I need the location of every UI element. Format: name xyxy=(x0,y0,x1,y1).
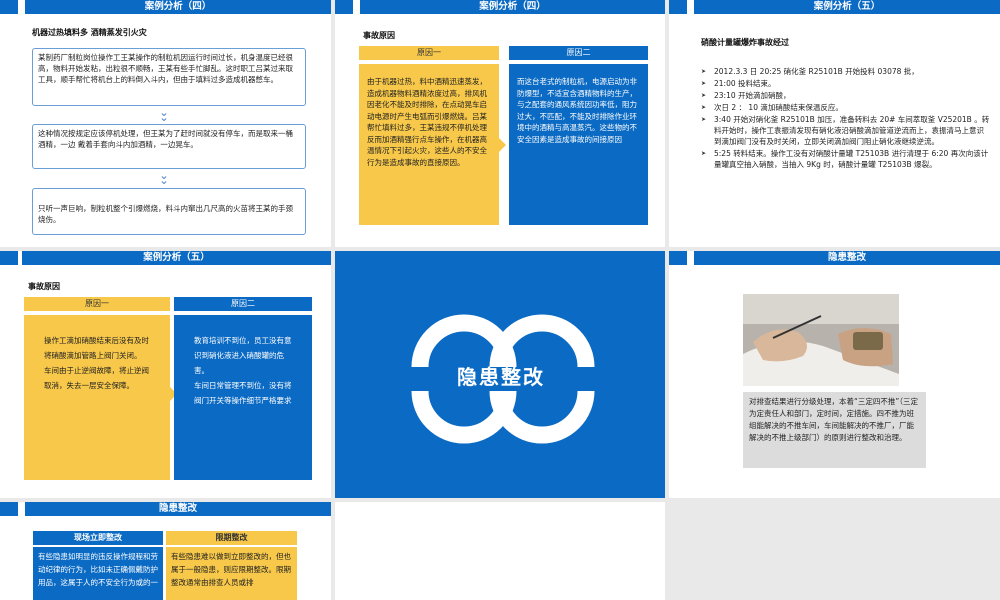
list-item: 23:10 开始滴加硝酸， xyxy=(701,90,990,101)
writing-hand-photo xyxy=(743,294,899,386)
header-marker xyxy=(0,502,18,516)
list-item: 21:00 投料结束。 xyxy=(701,78,990,89)
slide-header: 案例分析（四） xyxy=(335,0,665,14)
rectification-principle-text: 对排查结果进行分级处理，本着“三定四不推”（三定为定责任人和部门，定时间，定措施… xyxy=(743,392,926,468)
list-item: 次日 2 ： 10 滴加硝酸结束保温反应。 xyxy=(701,102,990,113)
slide-header: 案例分析（四） xyxy=(0,0,331,14)
slide-case-analysis-5-a[interactable]: 案例分析（五） 硝酸计量罐爆炸事故经过 2012.3.3 日 20:25 硝化釜… xyxy=(669,0,1000,247)
story-box-1: 某制药厂制粒岗位操作工王某操作的制粒机因运行时间过长，机身温度已经很高，物料开始… xyxy=(32,48,306,106)
section-title: 事故原因 xyxy=(363,31,395,40)
slide-section-divider[interactable]: 隐患整改 xyxy=(335,251,665,498)
list-item: 3:40 开始对硝化釜 R25101B 加压，准备转料去 20# 车间萃取釜 V… xyxy=(701,114,990,147)
header-marker xyxy=(335,0,353,14)
section-title: 硝酸计量罐爆炸事故经过 xyxy=(701,38,789,47)
slide-hazard-rectification-a[interactable]: 隐患整改 对排查结果进行分级处理，本着“三定四不推”（三定为定责任人和部门，定时… xyxy=(669,251,1000,498)
header-title: 案例分析（四） xyxy=(360,0,665,14)
case-title: 机器过热填料多 酒精蒸发引火灾 xyxy=(32,28,147,37)
header-marker xyxy=(669,0,687,14)
slide-header: 案例分析（五） xyxy=(0,251,331,265)
slide-grid: 案例分析（四） 机器过热填料多 酒精蒸发引火灾 某制药厂制粒岗位操作工王某操作的… xyxy=(0,0,1000,600)
chevron-down-icon: ⌄ ⌄ xyxy=(159,169,169,187)
immediate-fix-header: 现场立即整改 xyxy=(33,531,163,545)
deadline-fix-text: 有些隐患难以做到立即整改的，但也属于一般隐患，则应限期整改。限期整改通常由排查人… xyxy=(166,547,297,600)
slide-header: 隐患整改 xyxy=(0,502,331,516)
header-marker xyxy=(0,0,18,14)
header-title: 案例分析（五） xyxy=(22,251,331,265)
chevron-down-icon: ⌄ ⌄ xyxy=(159,106,169,124)
slide-case-analysis-4-a[interactable]: 案例分析（四） 机器过热填料多 酒精蒸发引火灾 某制药厂制粒岗位操作工王某操作的… xyxy=(0,0,331,247)
header-marker xyxy=(0,251,18,265)
list-item: 5:25 转料结束。操作工没有对硝酸计量罐 T25103B 进行清理于 6:20… xyxy=(701,148,990,170)
header-title: 案例分析（五） xyxy=(694,0,1000,14)
section-title: 隐患整改 xyxy=(457,365,545,389)
slide-hazard-rectification-b[interactable]: 隐患整改 现场立即整改 限期整改 有些隐患如明显的违反操作规程和劳动纪律的行为，… xyxy=(0,502,331,600)
header-title: 隐患整改 xyxy=(25,502,331,516)
deadline-fix-header: 限期整改 xyxy=(166,531,297,545)
slide-case-analysis-5-b[interactable]: 案例分析（五） 事故原因 原因一 原因二 操作工滴加硝酸结束后没有及时将硝酸滴加… xyxy=(0,251,331,498)
arrow-right-icon xyxy=(499,138,506,152)
slide-blank[interactable] xyxy=(335,502,665,600)
header-title: 隐患整改 xyxy=(694,251,1000,265)
story-box-2: 这种情况按规定应该停机处理，但王某为了赶时间就没有停车，而是取来一桶酒精，一边 … xyxy=(32,124,306,169)
slide-header: 案例分析（五） xyxy=(669,0,1000,14)
list-item: 2012.3.3 日 20:25 硝化釜 R25101B 开始投料 03078 … xyxy=(701,66,990,77)
timeline-list: 2012.3.3 日 20:25 硝化釜 R25101B 开始投料 03078 … xyxy=(701,66,990,171)
cause-1-header: 原因一 xyxy=(359,46,499,60)
immediate-fix-text: 有些隐患如明显的违反操作规程和劳动纪律的行为，比如未正确佩戴防护用品，这属于人的… xyxy=(33,547,163,600)
cause-2-text: 教育培训不到位，员工没有意识到硝化液进入硝酸罐的危害。 车间日常管理不到位，没有… xyxy=(174,315,312,480)
header-title: 案例分析（四） xyxy=(25,0,331,14)
cause-2-header: 原因二 xyxy=(174,297,312,311)
slide-case-analysis-4-b[interactable]: 案例分析（四） 事故原因 原因一 原因二 由于机器过热，料中酒精迅速蒸发，造成机… xyxy=(335,0,665,247)
cause-1-text: 由于机器过热，料中酒精迅速蒸发，造成机器物料酒精浓度过高，排风机因老化不能及时排… xyxy=(359,64,499,225)
story-box-3: 只听一声巨响，制粒机整个引爆燃烧，料斗内窜出几尺高的火苗将王某的手颈烧伤。 xyxy=(32,188,306,235)
header-marker xyxy=(669,251,687,265)
slide-header: 隐患整改 xyxy=(669,251,1000,265)
cause-1-text: 操作工滴加硝酸结束后没有及时将硝酸滴加管路上阀门关闭。 车间由于止逆阀故障，将止… xyxy=(24,315,170,480)
cause-1-header: 原因一 xyxy=(24,297,170,311)
cause-2-header: 原因二 xyxy=(509,46,648,60)
cause-2-text: 而这台老式的制粒机，电源启动为非防爆型，不适宜含酒精物料的生产，与之配套的通风系… xyxy=(509,64,648,225)
section-title: 事故原因 xyxy=(28,282,60,291)
